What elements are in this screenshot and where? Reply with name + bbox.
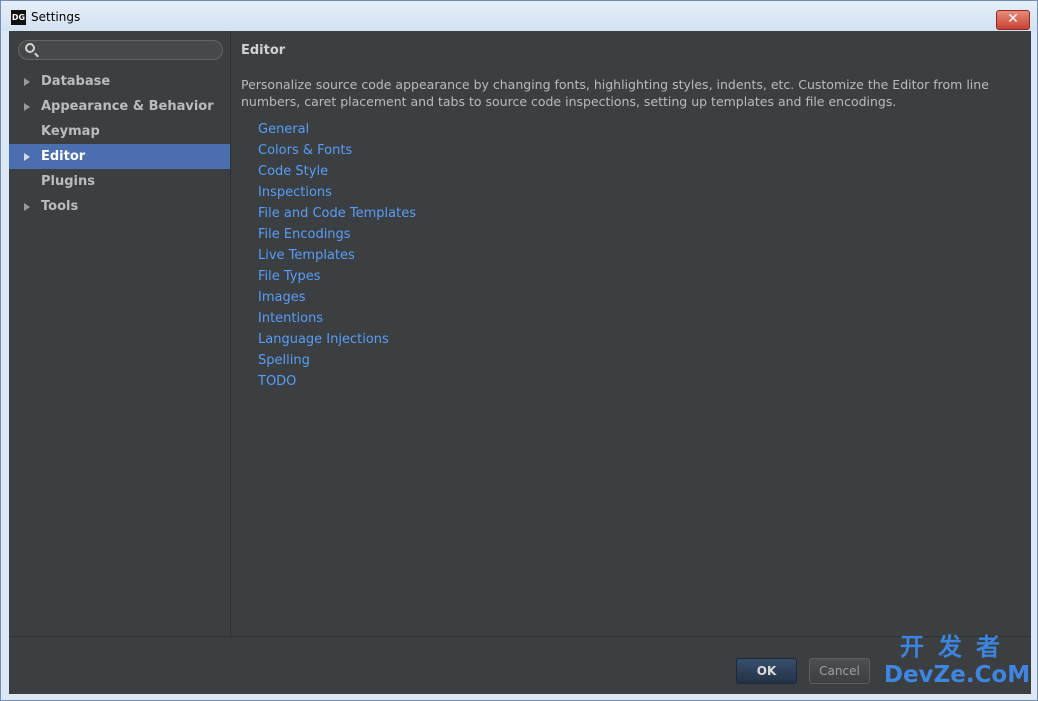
sidebar-item-label: Tools [41, 199, 79, 214]
link-language-injections[interactable]: Language Injections [258, 329, 416, 350]
app-logo-icon: DG [11, 10, 26, 25]
watermark-top: 开发者 [900, 633, 1014, 661]
sidebar-item-editor[interactable]: Editor [9, 144, 230, 169]
window-title: Settings [31, 10, 81, 24]
link-spelling[interactable]: Spelling [258, 350, 416, 371]
search-icon [25, 43, 35, 53]
cancel-button[interactable]: Cancel [809, 658, 870, 684]
sidebar-item-appearance-behavior[interactable]: Appearance & Behavior [9, 94, 230, 119]
sidebar-item-keymap[interactable]: Keymap [9, 119, 230, 144]
page-title: Editor [241, 43, 286, 58]
search-field[interactable] [18, 40, 223, 60]
link-code-style[interactable]: Code Style [258, 161, 416, 182]
sidebar-item-label: Appearance & Behavior [41, 99, 214, 114]
title-bar: DG Settings ✕ [1, 1, 1037, 31]
sidebar-item-tools[interactable]: Tools [9, 194, 230, 219]
settings-window: DG Settings ✕ Database Appearance & Beha… [0, 0, 1038, 701]
dialog-footer: OK Cancel [9, 636, 1031, 694]
sidebar-item-label: Plugins [41, 174, 95, 189]
link-colors-fonts[interactable]: Colors & Fonts [258, 140, 416, 161]
watermark: 开发者 DevZe.CoM [881, 633, 1033, 695]
watermark-bottom: DevZe.CoM [883, 662, 1031, 688]
sidebar-item-label: Keymap [41, 124, 100, 139]
sidebar-item-label: Editor [41, 149, 86, 164]
close-button[interactable]: ✕ [996, 10, 1030, 30]
link-todo[interactable]: TODO [258, 371, 416, 392]
expand-arrow-icon[interactable] [24, 203, 30, 211]
expand-arrow-icon[interactable] [24, 103, 30, 111]
editor-links-list: General Colors & Fonts Code Style Inspec… [258, 119, 416, 392]
link-inspections[interactable]: Inspections [258, 182, 416, 203]
link-file-types[interactable]: File Types [258, 266, 416, 287]
link-file-encodings[interactable]: File Encodings [258, 224, 416, 245]
link-images[interactable]: Images [258, 287, 416, 308]
sidebar-item-database[interactable]: Database [9, 69, 230, 94]
page-description: Personalize source code appearance by ch… [241, 77, 989, 109]
link-intentions[interactable]: Intentions [258, 308, 416, 329]
link-file-code-templates[interactable]: File and Code Templates [258, 203, 416, 224]
settings-content: Database Appearance & Behavior Keymap Ed… [9, 31, 1031, 694]
link-live-templates[interactable]: Live Templates [258, 245, 416, 266]
ok-button[interactable]: OK [736, 658, 797, 684]
link-general[interactable]: General [258, 119, 416, 140]
expand-arrow-icon[interactable] [24, 78, 30, 86]
sidebar-item-label: Database [41, 74, 111, 89]
settings-main-panel: Editor Personalize source code appearanc… [231, 31, 1031, 636]
sidebar-item-plugins[interactable]: Plugins [9, 169, 230, 194]
expand-arrow-icon[interactable] [24, 153, 30, 161]
settings-sidebar: Database Appearance & Behavior Keymap Ed… [9, 31, 231, 636]
